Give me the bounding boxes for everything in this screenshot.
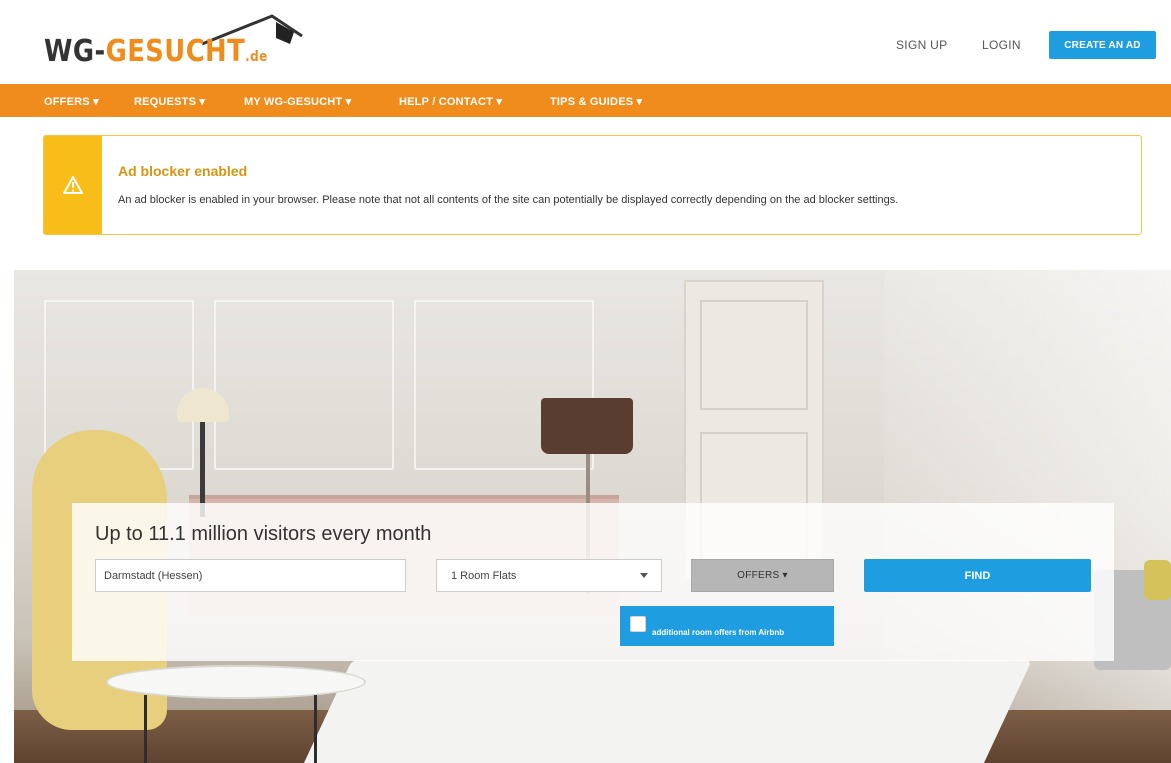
- alert-icon-box: [44, 136, 102, 234]
- airbnb-option[interactable]: additional room offers from Airbnb: [620, 606, 834, 646]
- alert-text: An ad blocker is enabled in your browser…: [118, 194, 899, 206]
- main-nav: OFFERS ▾ REQUESTS ▾ MY WG-GESUCHT ▾ HELP…: [0, 84, 1171, 117]
- side-table: [106, 665, 366, 699]
- login-link[interactable]: LOGIN: [982, 38, 1021, 52]
- pillow: [1144, 560, 1171, 600]
- search-panel: Up to 11.1 million visitors every month …: [72, 503, 1114, 661]
- flat-type-select[interactable]: 1 Room Flats: [436, 559, 662, 592]
- airbnb-checkbox[interactable]: [630, 616, 646, 632]
- site-header: WG-GESUCHT.de SIGN UP LOGIN CREATE AN AD: [0, 0, 1171, 84]
- offers-dropdown[interactable]: OFFERS ▾: [691, 559, 834, 592]
- caret-down-icon: [640, 573, 648, 578]
- table-leg: [144, 695, 147, 763]
- ad-blocker-alert: Ad blocker enabled An ad blocker is enab…: [43, 135, 1142, 235]
- logo-gesucht: GESUCHT: [105, 34, 246, 69]
- nav-item-my-wg-gesucht[interactable]: MY WG-GESUCHT ▾: [244, 95, 351, 108]
- logo-wg: WG-: [44, 34, 106, 69]
- find-button[interactable]: FIND: [864, 559, 1091, 592]
- door-panel: [700, 300, 808, 410]
- sign-up-link[interactable]: SIGN UP: [896, 38, 947, 52]
- search-title: Up to 11.1 million visitors every month: [95, 523, 432, 545]
- nav-item-help-contact[interactable]: HELP / CONTACT ▾: [399, 95, 502, 108]
- alert-title: Ad blocker enabled: [118, 163, 248, 179]
- create-ad-button[interactable]: CREATE AN AD: [1049, 31, 1156, 59]
- flat-type-value: 1 Room Flats: [451, 570, 517, 582]
- nav-item-requests[interactable]: REQUESTS ▾: [134, 95, 205, 108]
- warning-icon: [63, 176, 83, 194]
- rug: [296, 660, 1032, 763]
- city-input[interactable]: [95, 559, 406, 592]
- logo-text: WG-GESUCHT.de: [44, 34, 268, 69]
- airbnb-label: additional room offers from Airbnb: [652, 628, 785, 637]
- table-leg: [314, 695, 317, 763]
- nav-item-tips-guides[interactable]: TIPS & GUIDES ▾: [550, 95, 642, 108]
- site-logo[interactable]: WG-GESUCHT.de: [44, 14, 304, 76]
- nav-item-offers[interactable]: OFFERS ▾: [44, 95, 99, 108]
- logo-de: .de: [245, 49, 268, 65]
- wall-panel: [214, 300, 394, 470]
- floor-lamp-shade: [541, 398, 633, 454]
